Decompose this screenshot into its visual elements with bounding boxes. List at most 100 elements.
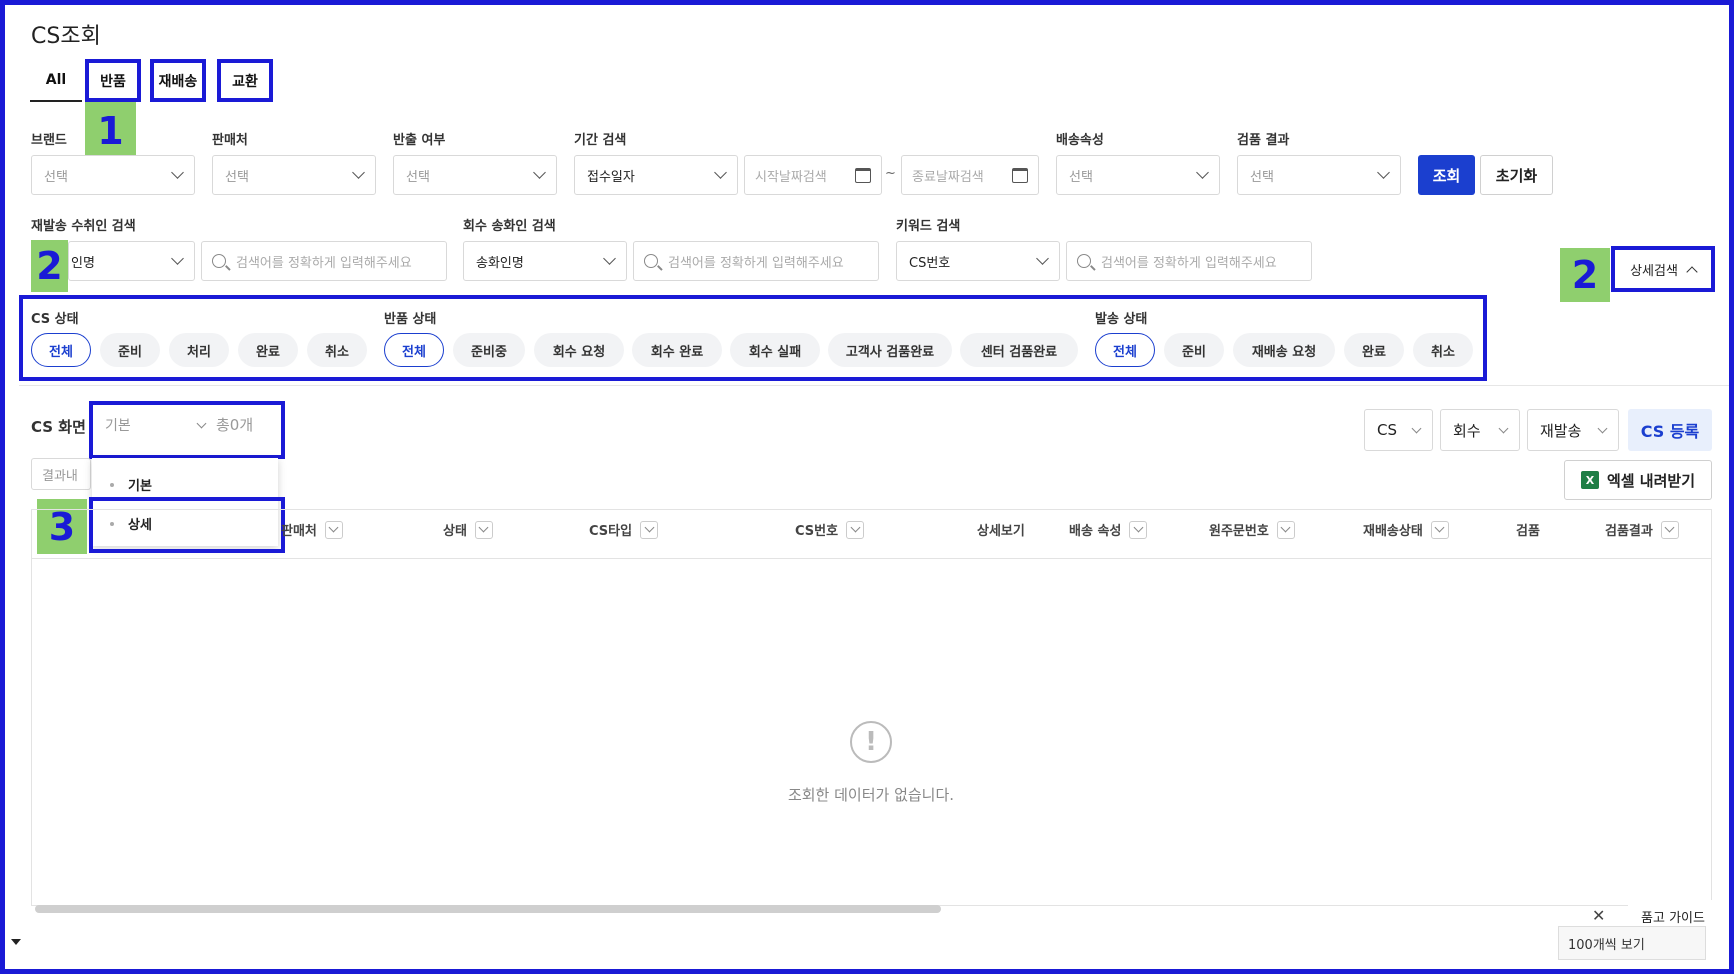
seller-select[interactable]: 선택 — [212, 155, 376, 195]
pickup-select[interactable]: 회수 — [1440, 409, 1520, 451]
filter-icon[interactable] — [474, 520, 493, 539]
column-inspection: 검품 — [1516, 520, 1540, 539]
column-label: CS번호 — [795, 524, 839, 539]
export-select[interactable]: 선택 — [393, 155, 557, 195]
start-date-input[interactable]: 시작날짜검색 — [744, 155, 882, 195]
column-cs-number[interactable]: CS번호 — [795, 520, 865, 539]
shipping-value: 선택 — [1069, 169, 1093, 185]
return-status-client-inspected[interactable]: 고객사 검품완료 — [828, 333, 952, 367]
return-status-pickup-failed[interactable]: 회수 실패 — [730, 333, 820, 367]
search-icon — [644, 254, 658, 268]
calendar-icon[interactable] — [1012, 167, 1028, 183]
keyword-search-input[interactable]: 검색어를 정확하게 입력해주세요 — [1066, 241, 1312, 281]
bullet-icon — [110, 482, 114, 487]
end-date-input[interactable]: 종료날짜검색 — [901, 155, 1039, 195]
shipment-status-all[interactable]: 전체 — [1095, 333, 1155, 367]
filter-icon[interactable] — [1430, 520, 1449, 539]
column-label: 상태 — [443, 524, 467, 539]
return-status-center-inspected[interactable]: 센터 검품완료 — [960, 333, 1078, 367]
filter-icon[interactable] — [846, 520, 865, 539]
keyword-type-select[interactable]: CS번호 — [896, 241, 1060, 281]
pickup-type-value: 송화인명 — [476, 255, 524, 271]
search-within-input[interactable]: 결과내 — [31, 458, 91, 490]
return-status-preparing[interactable]: 준비중 — [453, 333, 525, 367]
tab-resend[interactable]: 재배송 — [150, 59, 206, 102]
column-detail-view: 상세보기 — [977, 520, 1025, 539]
chevron-down-icon — [1411, 423, 1422, 433]
shipment-status-ready[interactable]: 준비 — [1164, 333, 1224, 367]
resend-select-value: 재발송 — [1540, 421, 1582, 440]
table-header-divider — [31, 558, 1712, 559]
return-status-all[interactable]: 전체 — [384, 333, 444, 367]
excel-icon: X — [1580, 471, 1599, 489]
caret-down-icon[interactable] — [11, 939, 21, 945]
column-shipping-attr[interactable]: 배송 속성 — [1069, 520, 1148, 539]
column-cs-type[interactable]: CS타입 — [589, 520, 659, 539]
column-status[interactable]: 상태 — [443, 520, 493, 539]
page-size-select[interactable]: 100개씩 보기 — [1558, 926, 1706, 960]
pickup-search-input[interactable]: 검색어를 정확하게 입력해주세요 — [633, 241, 879, 281]
cs-status-all[interactable]: 전체 — [31, 333, 91, 367]
horizontal-scrollbar[interactable] — [35, 905, 941, 913]
excel-download-label: 엑셀 내려받기 — [1606, 471, 1696, 490]
column-label: 상세보기 — [977, 524, 1025, 539]
filter-icon[interactable] — [1276, 520, 1295, 539]
empty-state-message: 조회한 데이터가 없습니다. — [787, 786, 955, 804]
brand-select[interactable]: 선택 — [31, 155, 195, 195]
column-seller[interactable]: 판매처 — [281, 520, 343, 539]
resend-search-input[interactable]: 검색어를 정확하게 입력해주세요 — [201, 241, 447, 281]
start-date-placeholder: 시작날짜검색 — [755, 169, 827, 185]
search-button[interactable]: 조회 — [1418, 155, 1475, 195]
column-inspection-result[interactable]: 검품결과 — [1605, 520, 1679, 539]
return-status-label: 반품 상태 — [384, 312, 437, 327]
section-divider — [19, 385, 1729, 386]
chevron-down-icon — [171, 252, 184, 265]
cs-select-value: CS — [1377, 421, 1397, 439]
search-icon — [1077, 254, 1091, 268]
shipment-status-cancel[interactable]: 취소 — [1413, 333, 1473, 367]
filter-icon[interactable] — [1129, 520, 1148, 539]
column-resend-status[interactable]: 재배송상태 — [1363, 520, 1449, 539]
filter-icon[interactable] — [324, 520, 343, 539]
tab-exchange[interactable]: 교환 — [217, 59, 273, 102]
resend-recipient-label: 재발송 수취인 검색 — [31, 219, 136, 234]
pickup-sender-label: 회수 송화인 검색 — [463, 219, 556, 234]
inspection-select[interactable]: 선택 — [1237, 155, 1401, 195]
calendar-icon[interactable] — [855, 167, 871, 183]
view-select[interactable]: 기본 — [105, 415, 207, 435]
shipment-status-done[interactable]: 완료 — [1344, 333, 1404, 367]
column-original-order[interactable]: 원주문번호 — [1209, 520, 1295, 539]
resend-type-select[interactable]: 인명 — [68, 241, 195, 281]
return-status-pickup-done[interactable]: 회수 완료 — [632, 333, 722, 367]
filter-icon[interactable] — [640, 520, 659, 539]
brand-label: 브랜드 — [31, 133, 67, 148]
chevron-down-icon — [171, 166, 184, 179]
tab-return[interactable]: 반품 — [85, 59, 141, 102]
tab-all[interactable]: All — [30, 60, 82, 102]
cs-status-processing[interactable]: 처리 — [169, 333, 229, 367]
return-status-pickup-request[interactable]: 회수 요청 — [534, 333, 624, 367]
view-option-basic[interactable]: 기본 — [110, 475, 152, 494]
reset-button[interactable]: 초기화 — [1480, 155, 1553, 195]
page-title: CS조회 — [31, 24, 101, 49]
cs-register-button[interactable]: CS 등록 — [1628, 409, 1712, 451]
cs-status-cancel[interactable]: 취소 — [307, 333, 367, 367]
seller-value: 선택 — [225, 169, 249, 185]
pickup-type-select[interactable]: 송화인명 — [463, 241, 627, 281]
cs-select[interactable]: CS — [1364, 409, 1433, 451]
resend-type-value: 인명 — [71, 255, 95, 271]
filter-icon[interactable] — [1660, 520, 1679, 539]
shipment-status-resend-request[interactable]: 재배송 요청 — [1233, 333, 1335, 367]
cs-status-done[interactable]: 완료 — [238, 333, 298, 367]
period-type-select[interactable]: 접수일자 — [574, 155, 738, 195]
shipping-select[interactable]: 선택 — [1056, 155, 1220, 195]
empty-state-icon: ! — [850, 721, 892, 763]
keyword-label: 키워드 검색 — [896, 219, 961, 234]
detail-search-toggle[interactable]: 상세검색 — [1611, 246, 1715, 292]
cs-status-ready[interactable]: 준비 — [100, 333, 160, 367]
close-icon[interactable]: ✕ — [1592, 906, 1605, 925]
excel-download-button[interactable]: X 엑셀 내려받기 — [1564, 460, 1712, 500]
column-label: 판매처 — [281, 524, 317, 539]
resend-select[interactable]: 재발송 — [1527, 409, 1619, 451]
detail-search-label: 상세검색 — [1630, 263, 1678, 279]
